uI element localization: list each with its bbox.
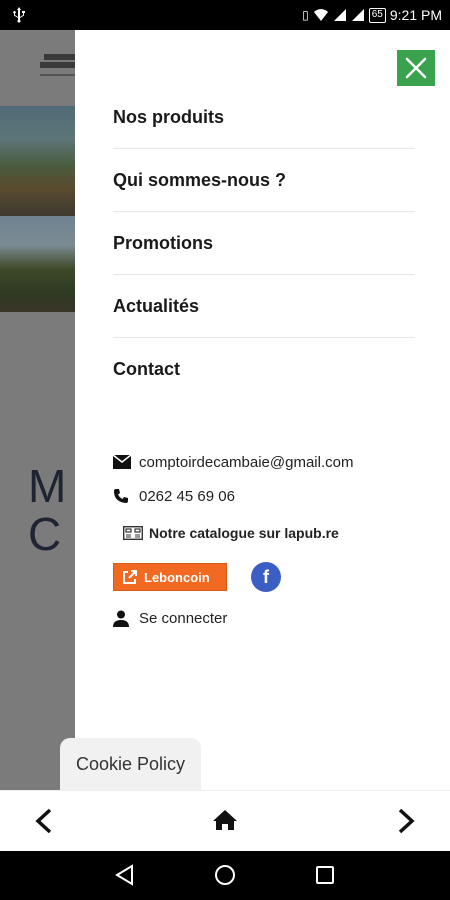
hero-image (0, 216, 75, 312)
drawer-menu: Nos produits Qui sommes-nous ? Promotion… (113, 86, 415, 401)
menu-item-qui-sommes-nous[interactable]: Qui sommes-nous ? (113, 149, 415, 212)
catalog-link[interactable]: Notre catalogue sur lapub.re (113, 513, 433, 553)
back-button[interactable] (32, 807, 56, 840)
hero-image (0, 106, 75, 216)
menu-item-nos-produits[interactable]: Nos produits (113, 86, 415, 149)
login-link[interactable]: Se connecter (113, 601, 433, 635)
contact-info: comptoirdecambaie@gmail.com 0262 45 69 0… (113, 445, 433, 635)
cookie-policy-button[interactable]: Cookie Policy (60, 738, 201, 790)
close-button[interactable] (397, 50, 435, 86)
user-icon (113, 610, 129, 627)
chevron-right-icon (398, 808, 415, 834)
wifi-icon (313, 9, 328, 21)
leboncoin-button[interactable]: Leboncoin (113, 563, 227, 591)
menu-item-actualites[interactable]: Actualités (113, 275, 415, 338)
phone-text: 0262 45 69 06 (139, 487, 235, 505)
nav-recents-icon[interactable] (315, 864, 335, 886)
nav-back-icon[interactable] (114, 864, 136, 886)
system-nav-bar (0, 851, 450, 900)
usb-icon (13, 7, 25, 23)
chevron-left-icon (35, 808, 52, 834)
app-bottom-bar (0, 790, 450, 851)
leboncoin-label: Leboncoin (144, 569, 210, 585)
navigation-drawer: Nos produits Qui sommes-nous ? Promotion… (75, 30, 450, 790)
battery-icon: 65 (368, 7, 386, 23)
catalog-text: Notre catalogue sur lapub.re (149, 525, 339, 541)
external-link-icon (123, 570, 137, 584)
home-button[interactable] (212, 809, 238, 836)
home-icon (213, 810, 237, 830)
phone-link[interactable]: 0262 45 69 06 (113, 479, 433, 513)
status-bar: ▯ 65 9:21 PM (0, 0, 450, 30)
email-text: comptoirdecambaie@gmail.com (139, 453, 354, 471)
facebook-button[interactable]: f (251, 562, 281, 592)
forward-button[interactable] (394, 807, 418, 840)
close-icon (405, 57, 427, 79)
catalog-icon (123, 526, 143, 540)
facebook-icon: f (263, 566, 269, 587)
status-time: 9:21 PM (389, 7, 442, 23)
page-heading: M C (28, 460, 68, 560)
email-link[interactable]: comptoirdecambaie@gmail.com (113, 445, 433, 479)
signal-icon (351, 9, 364, 21)
vibrate-icon: ▯ (302, 8, 309, 22)
menu-item-promotions[interactable]: Promotions (113, 212, 415, 275)
cookie-policy-label: Cookie Policy (75, 753, 186, 774)
phone-icon (114, 489, 128, 503)
signal-icon (333, 9, 346, 21)
nav-home-icon[interactable] (214, 864, 236, 886)
login-text: Se connecter (139, 609, 228, 627)
menu-item-contact[interactable]: Contact (113, 338, 415, 401)
site-logo (40, 50, 75, 82)
background-page: M C (0, 30, 75, 790)
external-links: Leboncoin f (113, 553, 433, 601)
envelope-icon (113, 455, 131, 469)
